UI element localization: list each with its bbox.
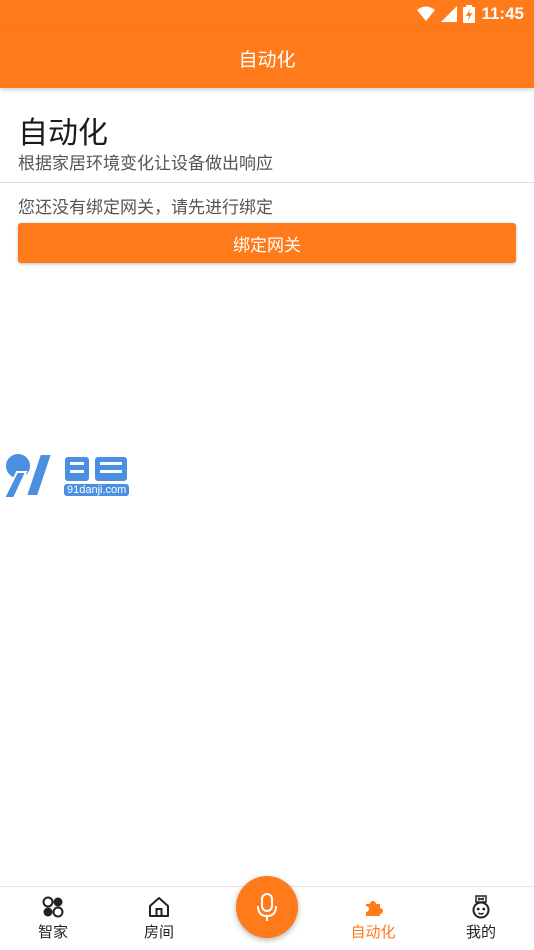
signal-icon — [441, 6, 458, 22]
status-icons: 11:45 — [417, 4, 524, 24]
microphone-icon — [257, 893, 277, 921]
nav-label-smart-home: 智家 — [37, 923, 68, 941]
app-bar: 自动化 — [0, 28, 534, 88]
nav-label-automation: 自动化 — [350, 923, 396, 941]
four-circles-icon — [42, 896, 64, 918]
status-time: 11:45 — [481, 4, 524, 23]
watermark-domain: 91danji.com — [64, 484, 130, 496]
nav-item-rooms[interactable]: 房间 — [106, 887, 212, 950]
bind-gateway-button[interactable]: 绑定网关 — [18, 223, 516, 263]
house-icon — [149, 897, 169, 917]
gateway-notice: 您还没有绑定网关，请先进行绑定 — [18, 198, 273, 218]
robot-face-icon — [472, 895, 490, 919]
page-title: 自动化 — [18, 116, 108, 151]
nav-item-smart-home[interactable]: 智家 — [0, 887, 106, 950]
nav-item-profile[interactable]: 我的 — [428, 887, 534, 950]
nav-label-profile: 我的 — [465, 923, 496, 941]
bind-gateway-button-label: 绑定网关 — [233, 235, 301, 256]
voice-button[interactable] — [236, 876, 298, 938]
status-bar: 11:45 — [0, 0, 534, 28]
nav-label-rooms: 房间 — [143, 923, 174, 941]
battery-icon — [463, 5, 476, 23]
puzzle-icon — [366, 901, 383, 916]
page-subtitle: 根据家居环境变化让设备做出响应 — [18, 154, 273, 174]
watermark-logo: 91danji.com — [0, 446, 140, 508]
app-bar-title: 自动化 — [238, 48, 296, 71]
nav-item-automation[interactable]: 自动化 — [320, 887, 426, 950]
page-header: 自动化 根据家居环境变化让设备做出响应 — [0, 88, 534, 183]
wifi-icon — [417, 6, 436, 21]
watermark-graphic — [2, 452, 129, 499]
